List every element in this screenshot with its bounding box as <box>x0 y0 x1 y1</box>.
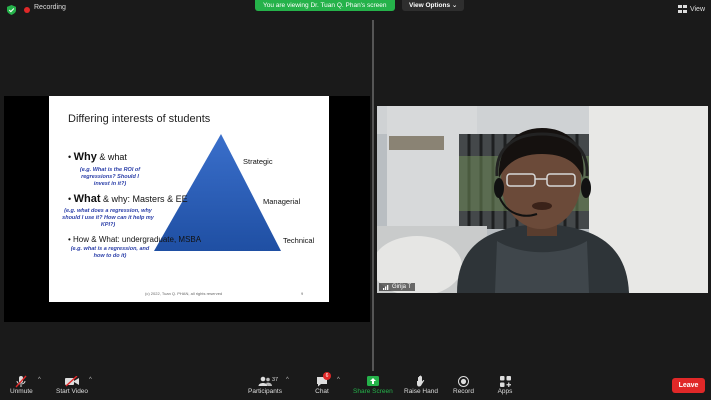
slide-bullet-1: • Why & what <box>68 151 127 163</box>
slide-bullet-1-example: (e.g. What is the ROI of regressions? Sh… <box>79 167 141 187</box>
slide-bullet-3-example: (e.g. what is a regression, and how to d… <box>70 246 150 259</box>
raise-hand-icon <box>413 374 429 388</box>
pyramid-level-technical: Technical <box>283 236 315 245</box>
viewing-screen-banner: You are viewing Dr. Tuan Q. Phan's scree… <box>255 0 395 11</box>
meeting-top-bar: Recording You are viewing Dr. Tuan Q. Ph… <box>0 0 711 20</box>
slide-bullet-3: • How & What: undergraduate, MSBA <box>68 235 201 244</box>
bullet-1-bold: Why <box>73 151 97 163</box>
bullet-2-bold: What <box>73 193 101 205</box>
record-icon <box>455 374 471 388</box>
shared-slide-frame: Differing interests of students Strategi… <box>4 96 370 322</box>
signal-bars-icon <box>383 285 389 290</box>
video-camera-off-icon <box>64 374 80 388</box>
audio-options-caret-icon[interactable]: ^ <box>38 377 41 383</box>
raise-hand-button[interactable]: Raise Hand <box>404 374 438 395</box>
participant-video-tile[interactable]: Girija T <box>377 106 708 293</box>
bullet-3-text: How & What: undergraduate, MSBA <box>73 235 202 244</box>
start-video-button[interactable]: Start Video <box>56 374 88 395</box>
leave-button[interactable]: Leave <box>672 378 705 393</box>
chat-unread-badge: 6 <box>323 372 331 380</box>
security-shield-icon[interactable] <box>7 5 16 15</box>
recording-label: Recording <box>34 4 66 11</box>
raise-hand-label: Raise Hand <box>404 388 438 395</box>
slide-bullet-2: • What & why: Masters & EE <box>68 193 188 205</box>
view-button[interactable]: View <box>677 5 705 13</box>
meeting-toolbar: Unmute ^ Start Video ^ 37 Participants ^ <box>0 371 711 400</box>
view-options-label: View Options <box>409 2 451 9</box>
video-panel: Girija T <box>374 20 711 371</box>
participant-name: Girija T <box>392 284 412 290</box>
view-label: View <box>689 5 705 13</box>
presentation-slide: Differing interests of students Strategi… <box>49 96 329 302</box>
participant-name-tag: Girija T <box>379 283 416 291</box>
unmute-label: Unmute <box>10 388 33 395</box>
slide-title: Differing interests of students <box>68 113 211 125</box>
chat-label: Chat <box>315 388 329 395</box>
record-button[interactable]: Record <box>453 374 474 395</box>
apps-label: Apps <box>497 388 513 395</box>
participant-video-feed <box>377 106 708 293</box>
start-video-label: Start Video <box>56 388 89 395</box>
bullet-2-text: & why: Masters & EE <box>100 194 188 204</box>
chevron-down-icon: ⌄ <box>451 2 458 9</box>
share-screen-icon <box>365 374 381 388</box>
chat-caret-icon[interactable]: ^ <box>337 377 340 383</box>
slide-page-number: 9 <box>301 291 304 296</box>
recording-dot-icon <box>24 7 30 13</box>
view-options-button[interactable]: View Options ⌄ <box>402 0 465 11</box>
participants-icon <box>257 374 273 388</box>
pyramid-level-strategic: Strategic <box>243 157 273 166</box>
video-options-caret-icon[interactable]: ^ <box>89 377 92 383</box>
pyramid-level-managerial: Managerial <box>263 197 301 206</box>
participants-caret-icon[interactable]: ^ <box>286 377 289 383</box>
bullet-1-text: & what <box>96 152 127 162</box>
participants-label: Participants <box>248 388 282 395</box>
chat-button[interactable]: 6 Chat <box>314 372 331 395</box>
slide-copyright: (c) 2022, Tuan Q. PHAN, all rights reser… <box>145 291 223 296</box>
microphone-muted-icon <box>13 374 29 388</box>
share-screen-label: Share Screen <box>353 388 393 395</box>
shared-screen-area: Differing interests of students Strategi… <box>0 20 372 371</box>
participants-button[interactable]: 37 Participants <box>248 374 282 395</box>
apps-icon <box>497 374 513 388</box>
grid-view-icon <box>677 5 687 13</box>
share-screen-button[interactable]: Share Screen <box>353 374 393 395</box>
participants-count: 37 <box>272 377 279 383</box>
unmute-button[interactable]: Unmute <box>10 374 33 395</box>
apps-button[interactable]: Apps <box>497 374 513 395</box>
chat-icon: 6 <box>314 372 331 388</box>
slide-bullet-2-example: (e.g. what does a regression, why should… <box>62 208 154 228</box>
record-label: Record <box>453 388 474 395</box>
